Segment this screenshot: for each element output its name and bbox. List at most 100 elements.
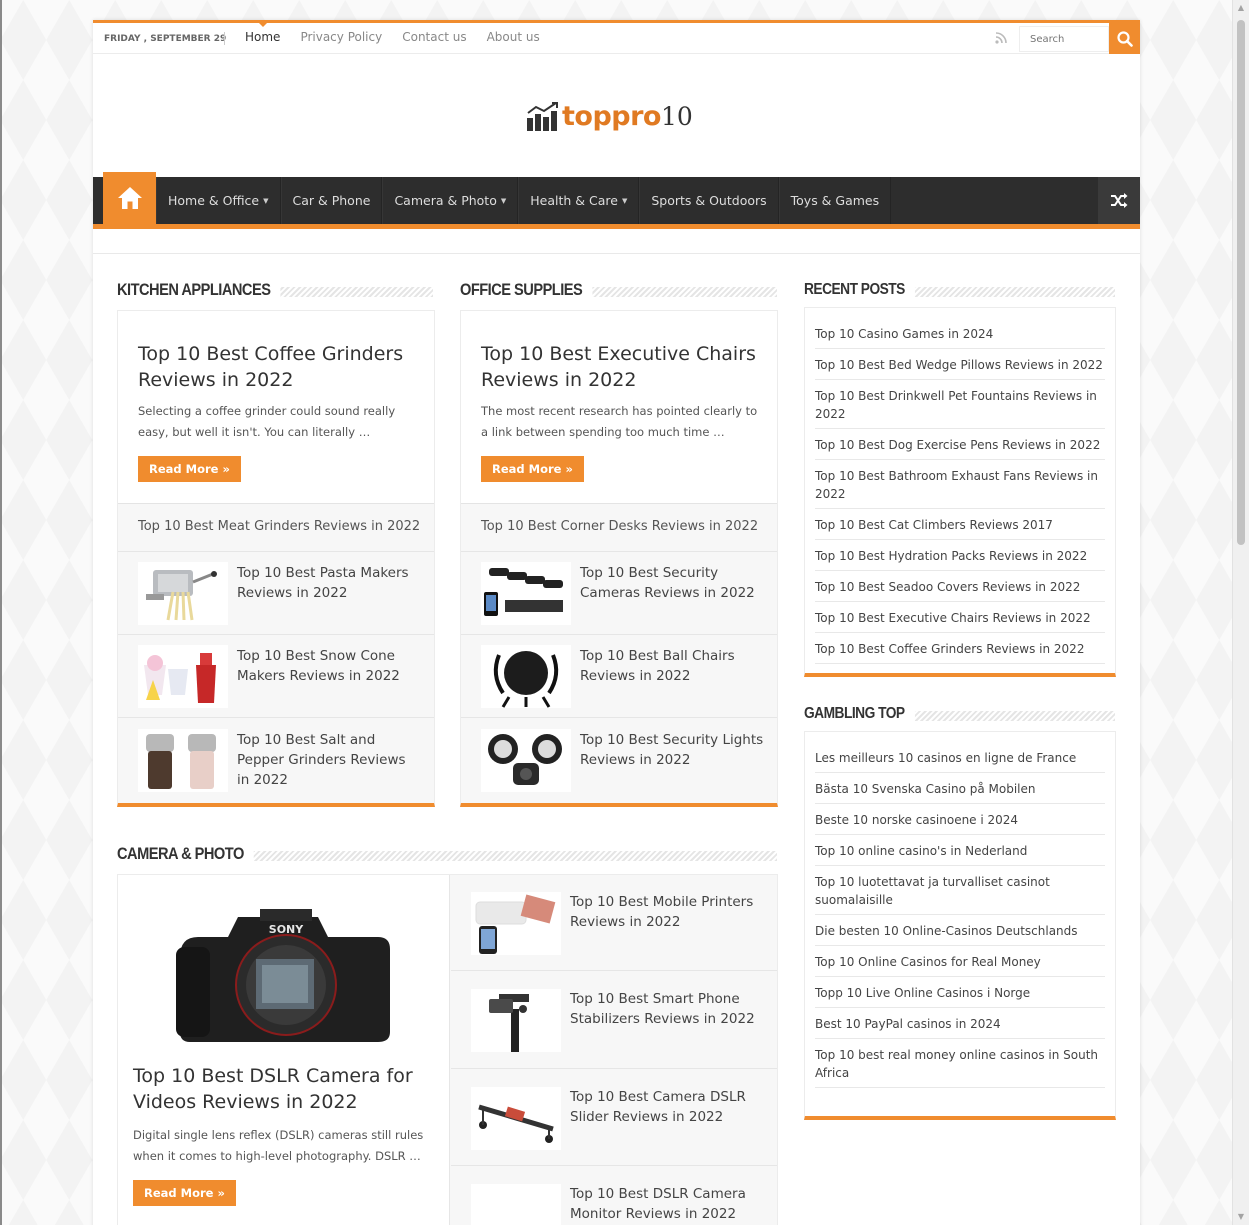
camera-read-more-button[interactable]: Read More »	[133, 1180, 236, 1206]
row-divider	[451, 1165, 777, 1166]
sidebar-link[interactable]: Top 10 Best Executive Chairs Reviews in …	[815, 604, 1105, 633]
dslr-monitor-thumbnail[interactable]	[471, 1184, 561, 1225]
pasta-maker-thumbnail[interactable]	[138, 562, 228, 625]
logo-text: toppro	[562, 101, 661, 132]
section-title-kitchen[interactable]: KITCHEN APPLIANCES	[117, 280, 281, 300]
title-stripe	[241, 851, 777, 861]
chart-logo-icon	[527, 102, 558, 131]
camera-box: SONY Top 10 Best DSLR Camera for Videos …	[117, 874, 778, 1225]
sidebar-link[interactable]: Bästa 10 Svenska Casino på Mobilen	[815, 775, 1105, 804]
list-item-title[interactable]: Top 10 Best Mobile Printers Reviews in 2…	[570, 892, 755, 932]
title-stripe	[903, 711, 1115, 721]
row-divider	[118, 717, 434, 718]
nav-item-camera-photo[interactable]: Camera & Photo ▼	[382, 177, 519, 224]
divider	[224, 32, 225, 45]
sidebar-link[interactable]: Top 10 online casino's in Nederland	[815, 837, 1105, 866]
sidebar-link[interactable]: Top 10 Best Bathroom Exhaust Fans Review…	[815, 462, 1105, 509]
title-stripe	[265, 287, 433, 297]
camera-featured-title[interactable]: Top 10 Best DSLR Camera for Videos Revie…	[133, 1063, 433, 1115]
nav-item-sports-outdoors[interactable]: Sports & Outdoors	[639, 177, 779, 224]
list-item-title[interactable]: Top 10 Best Ball Chairs Reviews in 2022	[580, 646, 765, 686]
security-lights-thumbnail[interactable]	[481, 729, 571, 792]
list-item-title[interactable]: Top 10 Best Security Lights Reviews in 2…	[580, 730, 765, 770]
row-divider	[451, 970, 777, 971]
sidebar-link[interactable]: Top 10 Best Dog Exercise Pens Reviews in…	[815, 431, 1105, 460]
site-logo[interactable]: toppro 10	[526, 98, 693, 132]
top-link-contact[interactable]: Contact us	[402, 30, 466, 44]
row-divider	[451, 1068, 777, 1069]
logo-number: 10	[660, 102, 693, 131]
kitchen-read-more-button[interactable]: Read More »	[138, 456, 241, 482]
section-title-office[interactable]: OFFICE SUPPLIES	[460, 280, 593, 300]
title-stripe	[905, 287, 1115, 297]
kitchen-featured-title[interactable]: Top 10 Best Coffee Grinders Reviews in 2…	[138, 341, 418, 393]
top-link-privacy[interactable]: Privacy Policy	[300, 30, 382, 44]
office-plain-post[interactable]: Top 10 Best Corner Desks Reviews in 2022	[481, 519, 758, 534]
sidebar-link[interactable]: Beste 10 norske casinoene i 2024	[815, 806, 1105, 835]
dslr-camera-image[interactable]: SONY	[168, 887, 398, 1047]
sidebar-link[interactable]: Top 10 Best Seadoo Covers Reviews in 202…	[815, 573, 1105, 602]
top-link-home[interactable]: Home	[245, 23, 280, 44]
mobile-printer-thumbnail[interactable]	[471, 892, 561, 955]
camera-excerpt: Digital single lens reflex (DSLR) camera…	[133, 1128, 424, 1163]
list-item-title[interactable]: Top 10 Best Smart Phone Stabilizers Revi…	[570, 989, 755, 1029]
sidebar-link[interactable]: Top 10 luotettavat ja turvalliset casino…	[815, 868, 1105, 915]
nav-item-toys-games[interactable]: Toys & Games	[778, 177, 892, 224]
scrollbar[interactable]: ▲ ▼	[1232, 0, 1249, 1225]
nav-item-label: Sports & Outdoors	[651, 193, 767, 208]
salt-pepper-thumbnail[interactable]	[138, 729, 228, 792]
nav-item-car-phone[interactable]: Car & Phone	[280, 177, 383, 224]
random-post-button[interactable]	[1098, 177, 1140, 224]
list-item-title[interactable]: Top 10 Best DSLR Camera Monitor Reviews …	[570, 1184, 755, 1224]
phone-stabilizer-thumbnail[interactable]	[471, 989, 561, 1052]
scroll-down-icon[interactable]: ▼	[1233, 1209, 1249, 1225]
top-link-about[interactable]: About us	[487, 30, 540, 44]
camera-featured: SONY Top 10 Best DSLR Camera for Videos …	[118, 875, 450, 1225]
list-item-title[interactable]: Top 10 Best Snow Cone Makers Reviews in …	[237, 646, 422, 686]
sidebar-link[interactable]: Top 10 Best Drinkwell Pet Fountains Revi…	[815, 382, 1105, 429]
snow-cone-thumbnail[interactable]	[138, 645, 228, 708]
search-input[interactable]	[1019, 26, 1109, 52]
kitchen-plain-post[interactable]: Top 10 Best Meat Grinders Reviews in 202…	[138, 519, 420, 534]
home-button[interactable]	[103, 172, 156, 224]
sidebar-link[interactable]: Top 10 Casino Games in 2024	[815, 320, 1105, 349]
gambling-top-box: Les meilleurs 10 casinos en ligne de Fra…	[804, 731, 1116, 1120]
sidebar-link[interactable]: Les meilleurs 10 casinos en ligne de Fra…	[815, 744, 1105, 773]
kitchen-excerpt: Selecting a coffee grinder could sound r…	[138, 404, 396, 439]
top-menu: Home Privacy Policy Contact us About us	[245, 23, 540, 44]
sidebar-link[interactable]: Top 10 Online Casinos for Real Money	[815, 948, 1105, 977]
nav-item-label: Home & Office	[168, 193, 260, 208]
scroll-thumb[interactable]	[1237, 20, 1245, 545]
sidebar-link[interactable]: Best 10 PayPal casinos in 2024	[815, 1010, 1105, 1039]
camera-brand: SONY	[269, 923, 304, 936]
row-divider	[461, 634, 777, 635]
scroll-up-icon[interactable]: ▲	[1233, 0, 1249, 16]
sidebar-link[interactable]: Top 10 Best Cat Climbers Reviews 2017	[815, 511, 1105, 540]
security-cameras-thumbnail[interactable]	[481, 562, 571, 625]
camera-slider-thumbnail[interactable]	[471, 1087, 561, 1150]
search-button[interactable]	[1109, 23, 1140, 54]
sidebar-link[interactable]: Die besten 10 Online-Casinos Deutschland…	[815, 917, 1105, 946]
sidebar-link[interactable]: Top 10 best real money online casinos in…	[815, 1041, 1105, 1088]
row-divider	[118, 634, 434, 635]
office-featured-title[interactable]: Top 10 Best Executive Chairs Reviews in …	[481, 341, 766, 393]
kitchen-featured: Top 10 Best Coffee Grinders Reviews in 2…	[118, 311, 434, 504]
list-item-title[interactable]: Top 10 Best Security Cameras Reviews in …	[580, 563, 765, 603]
sidebar-link[interactable]: Top 10 Best Hydration Packs Reviews in 2…	[815, 542, 1105, 571]
rss-icon[interactable]	[995, 32, 1009, 46]
sidebar-title-recent: RECENT POSTS	[804, 281, 916, 299]
list-item-title[interactable]: Top 10 Best Camera DSLR Slider Reviews i…	[570, 1087, 755, 1127]
row-divider	[461, 551, 777, 552]
list-item-title[interactable]: Top 10 Best Pasta Makers Reviews in 2022	[237, 563, 422, 603]
nav-item-health-care[interactable]: Health & Care ▼	[518, 177, 640, 224]
section-title-camera[interactable]: CAMERA & PHOTO	[117, 844, 255, 864]
home-icon	[117, 187, 142, 209]
sidebar-link[interactable]: Top 10 Best Bed Wedge Pillows Reviews in…	[815, 351, 1105, 380]
recent-posts-box: Top 10 Casino Games in 2024 Top 10 Best B…	[804, 307, 1116, 677]
office-read-more-button[interactable]: Read More »	[481, 456, 584, 482]
sidebar-link[interactable]: Top 10 Best Coffee Grinders Reviews in 2…	[815, 635, 1105, 664]
sidebar-link[interactable]: Topp 10 Live Online Casinos i Norge	[815, 979, 1105, 1008]
nav-item-home-office[interactable]: Home & Office ▼	[156, 177, 281, 224]
ball-chair-thumbnail[interactable]	[481, 645, 571, 708]
list-item-title[interactable]: Top 10 Best Salt and Pepper Grinders Rev…	[237, 730, 422, 790]
